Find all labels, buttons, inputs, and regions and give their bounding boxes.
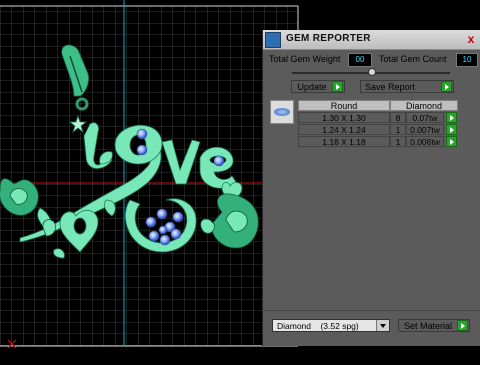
gem-size: 1.24 X 1.24	[298, 124, 390, 135]
total-gem-count-label: Total Gem Count	[379, 54, 447, 64]
gem-weight: 0.07tw	[406, 112, 444, 123]
divider	[262, 310, 480, 311]
column-header-material: Diamond	[390, 100, 458, 111]
table-row: 1.24 X 1.24 1 0.007tw	[296, 124, 460, 135]
update-button-label: Update	[297, 82, 327, 92]
gem-count: 1	[390, 136, 406, 147]
gem-size: 1.30 X 1.30	[298, 112, 390, 123]
gem-weight: 0.007tw	[406, 124, 444, 135]
total-gem-weight-value: 00	[348, 53, 372, 67]
table-row: 1.18 X 1.18 1 0.006tw	[296, 136, 460, 147]
gem-shape-icon[interactable]	[270, 100, 294, 124]
save-report-button[interactable]: Save Report	[360, 80, 454, 93]
total-gem-count-value: 10	[456, 53, 478, 67]
dropdown-arrow-icon	[376, 320, 389, 331]
panel-title: GEM REPORTER	[286, 33, 371, 44]
set-material-button-label: Set Material	[403, 321, 453, 331]
material-select[interactable]: Diamond (3.52 spg)	[272, 319, 390, 332]
title-bar[interactable]: GEM REPORTER x	[263, 30, 480, 50]
gem-reporter-panel: GEM REPORTER x	[262, 30, 480, 346]
gem-count: 8	[390, 112, 406, 123]
table-row: 1.30 X 1.30 8 0.07tw	[296, 112, 460, 123]
total-gem-weight-label: Total Gem Weight	[269, 54, 341, 64]
play-arrow-icon[interactable]	[446, 124, 457, 135]
slider-thumb[interactable]	[368, 68, 376, 76]
column-header-shape: Round	[298, 100, 390, 111]
close-icon[interactable]: x	[464, 32, 478, 46]
play-arrow-icon	[457, 320, 468, 331]
update-button[interactable]: Update	[291, 80, 345, 93]
gem-count: 1	[390, 124, 406, 135]
save-report-button-label: Save Report	[364, 82, 416, 92]
play-arrow-icon	[441, 81, 452, 92]
gem-weight: 0.006tw	[406, 136, 444, 147]
play-arrow-icon[interactable]	[446, 112, 457, 123]
play-arrow-icon[interactable]	[446, 136, 457, 147]
play-arrow-icon	[332, 81, 343, 92]
set-material-button[interactable]: Set Material	[398, 319, 470, 332]
gem-reporter-icon	[265, 32, 281, 48]
gem-size: 1.18 X 1.18	[298, 136, 390, 147]
material-select-value: Diamond (3.52 spg)	[277, 321, 359, 331]
